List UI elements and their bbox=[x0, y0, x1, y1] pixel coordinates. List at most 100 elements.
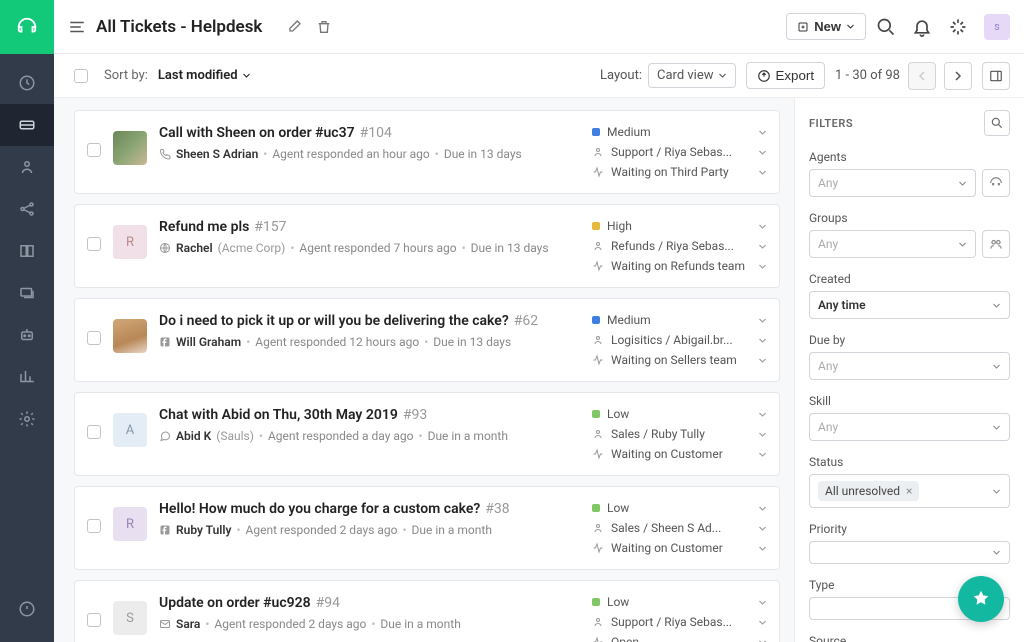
priority-select[interactable]: Medium bbox=[592, 313, 767, 327]
search-icon[interactable] bbox=[876, 17, 896, 37]
brand-logo[interactable] bbox=[0, 0, 54, 54]
filter-created-select[interactable]: Any time bbox=[809, 291, 1010, 319]
ticket-title[interactable]: Refund me pls#157 bbox=[159, 219, 580, 235]
layout-label: Layout: bbox=[600, 68, 642, 83]
group-agent-select[interactable]: Sales / Ruby Tully bbox=[592, 427, 767, 441]
page-prev[interactable] bbox=[908, 62, 936, 90]
filter-priority-select[interactable] bbox=[809, 541, 1010, 564]
filters-title: FILTERS bbox=[809, 117, 853, 130]
group-agent-select[interactable]: Logisitics / Abigail.br... bbox=[592, 333, 767, 347]
bell-icon[interactable] bbox=[912, 17, 932, 37]
ticket-card[interactable]: R Hello! How much do you charge for a cu… bbox=[74, 486, 780, 570]
nav-bot[interactable] bbox=[0, 314, 54, 356]
nav-solutions[interactable] bbox=[0, 230, 54, 272]
source-icon bbox=[159, 336, 171, 348]
hamburger-icon[interactable] bbox=[68, 18, 86, 36]
avatar bbox=[113, 319, 147, 353]
sort-label: Sort by: bbox=[104, 68, 148, 83]
filter-agents-select[interactable]: Any bbox=[809, 169, 976, 197]
ticket-card[interactable]: R Refund me pls#157 Rachel (Acme Corp) •… bbox=[74, 204, 780, 288]
edit-icon[interactable] bbox=[286, 19, 302, 35]
filter-dueby-select[interactable]: Any bbox=[809, 352, 1010, 380]
priority-select[interactable]: Low bbox=[592, 501, 767, 515]
remove-tag-icon[interactable]: × bbox=[906, 484, 912, 498]
ticket-checkbox[interactable] bbox=[87, 519, 101, 533]
priority-select[interactable]: Low bbox=[592, 595, 767, 609]
status-select[interactable]: Waiting on Third Party bbox=[592, 165, 767, 179]
nav-tickets[interactable] bbox=[0, 104, 54, 146]
source-icon bbox=[159, 618, 171, 630]
ticket-card[interactable]: S Update on order #uc928#94 Sara •Agent … bbox=[74, 580, 780, 642]
layout-dropdown[interactable]: Card view bbox=[648, 63, 736, 88]
nav-social[interactable] bbox=[0, 188, 54, 230]
ticket-checkbox[interactable] bbox=[87, 237, 101, 251]
avatar: S bbox=[113, 601, 147, 635]
ticket-list: Call with Sheen on order #uc37#104 Sheen… bbox=[54, 98, 794, 642]
filter-created-label: Created bbox=[809, 272, 1010, 286]
status-select[interactable]: Waiting on Refunds team bbox=[592, 259, 767, 273]
filter-search-icon[interactable] bbox=[984, 110, 1010, 136]
status-select[interactable]: Waiting on Customer bbox=[592, 447, 767, 461]
ticket-title[interactable]: Chat with Abid on Thu, 30th May 2019#93 bbox=[159, 407, 580, 423]
group-agent-select[interactable]: Refunds / Riya Sebas... bbox=[592, 239, 767, 253]
priority-select[interactable]: Low bbox=[592, 407, 767, 421]
status-select[interactable]: Waiting on Sellers team bbox=[592, 353, 767, 367]
source-icon bbox=[159, 524, 171, 536]
filter-groups-me[interactable] bbox=[982, 230, 1010, 258]
sparkle-icon[interactable] bbox=[948, 17, 968, 37]
ticket-checkbox[interactable] bbox=[87, 143, 101, 157]
filter-agents-label: Agents bbox=[809, 150, 1010, 164]
nav-contacts[interactable] bbox=[0, 146, 54, 188]
ticket-card[interactable]: Call with Sheen on order #uc37#104 Sheen… bbox=[74, 110, 780, 194]
select-all-checkbox[interactable] bbox=[74, 69, 88, 83]
source-icon bbox=[159, 242, 171, 254]
page-next[interactable] bbox=[944, 62, 972, 90]
user-avatar[interactable]: s bbox=[984, 14, 1010, 40]
ticket-title[interactable]: Hello! How much do you charge for a cust… bbox=[159, 501, 580, 517]
priority-select[interactable]: High bbox=[592, 219, 767, 233]
ticket-card[interactable]: A Chat with Abid on Thu, 30th May 2019#9… bbox=[74, 392, 780, 476]
person-icon bbox=[592, 240, 604, 252]
ticket-checkbox[interactable] bbox=[87, 613, 101, 627]
status-select[interactable]: Waiting on Customer bbox=[592, 541, 767, 555]
new-button[interactable]: New bbox=[786, 13, 866, 40]
filter-status-select[interactable]: All unresolved× bbox=[809, 474, 1010, 508]
group-agent-select[interactable]: Sales / Sheen S Ad... bbox=[592, 521, 767, 535]
freshworks-fab[interactable] bbox=[958, 576, 1004, 622]
nav-forums[interactable] bbox=[0, 272, 54, 314]
ticket-title[interactable]: Do i need to pick it up or will you be d… bbox=[159, 313, 580, 329]
filter-skill-label: Skill bbox=[809, 394, 1010, 408]
person-icon bbox=[592, 334, 604, 346]
nav-dashboard[interactable] bbox=[0, 62, 54, 104]
status-icon bbox=[592, 354, 604, 366]
toggle-filter-panel[interactable] bbox=[982, 62, 1010, 90]
status-select[interactable]: Open bbox=[592, 635, 767, 642]
ticket-checkbox[interactable] bbox=[87, 425, 101, 439]
ticket-meta: Sheen S Adrian •Agent responded an hour … bbox=[159, 147, 580, 161]
ticket-title[interactable]: Update on order #uc928#94 bbox=[159, 595, 580, 611]
filter-skill-select[interactable]: Any bbox=[809, 413, 1010, 441]
nav-admin[interactable] bbox=[0, 398, 54, 440]
nav-analytics[interactable] bbox=[0, 356, 54, 398]
ticket-checkbox[interactable] bbox=[87, 331, 101, 345]
source-icon bbox=[159, 430, 171, 442]
priority-select[interactable]: Medium bbox=[592, 125, 767, 139]
filter-priority-label: Priority bbox=[809, 522, 1010, 536]
filter-status-label: Status bbox=[809, 455, 1010, 469]
group-agent-select[interactable]: Support / Riya Sebas... bbox=[592, 145, 767, 159]
sort-dropdown[interactable]: Last modified bbox=[158, 68, 251, 83]
person-icon bbox=[592, 616, 604, 628]
filter-groups-select[interactable]: Any bbox=[809, 230, 976, 258]
ticket-meta: Abid K (Sauls) •Agent responded a day ag… bbox=[159, 429, 580, 443]
ticket-card[interactable]: Do i need to pick it up or will you be d… bbox=[74, 298, 780, 382]
ticket-title[interactable]: Call with Sheen on order #uc37#104 bbox=[159, 125, 580, 141]
source-icon bbox=[159, 148, 171, 160]
list-toolbar: Sort by: Last modified Layout: Card view… bbox=[54, 54, 1024, 98]
delete-icon[interactable] bbox=[316, 19, 332, 35]
export-button[interactable]: Export bbox=[746, 62, 826, 89]
group-agent-select[interactable]: Support / Riya Sebas... bbox=[592, 615, 767, 629]
filter-agents-me[interactable] bbox=[982, 169, 1010, 197]
filter-groups-label: Groups bbox=[809, 211, 1010, 225]
ticket-meta: Rachel (Acme Corp) •Agent responded 7 ho… bbox=[159, 241, 580, 255]
nav-apps[interactable] bbox=[0, 588, 54, 630]
